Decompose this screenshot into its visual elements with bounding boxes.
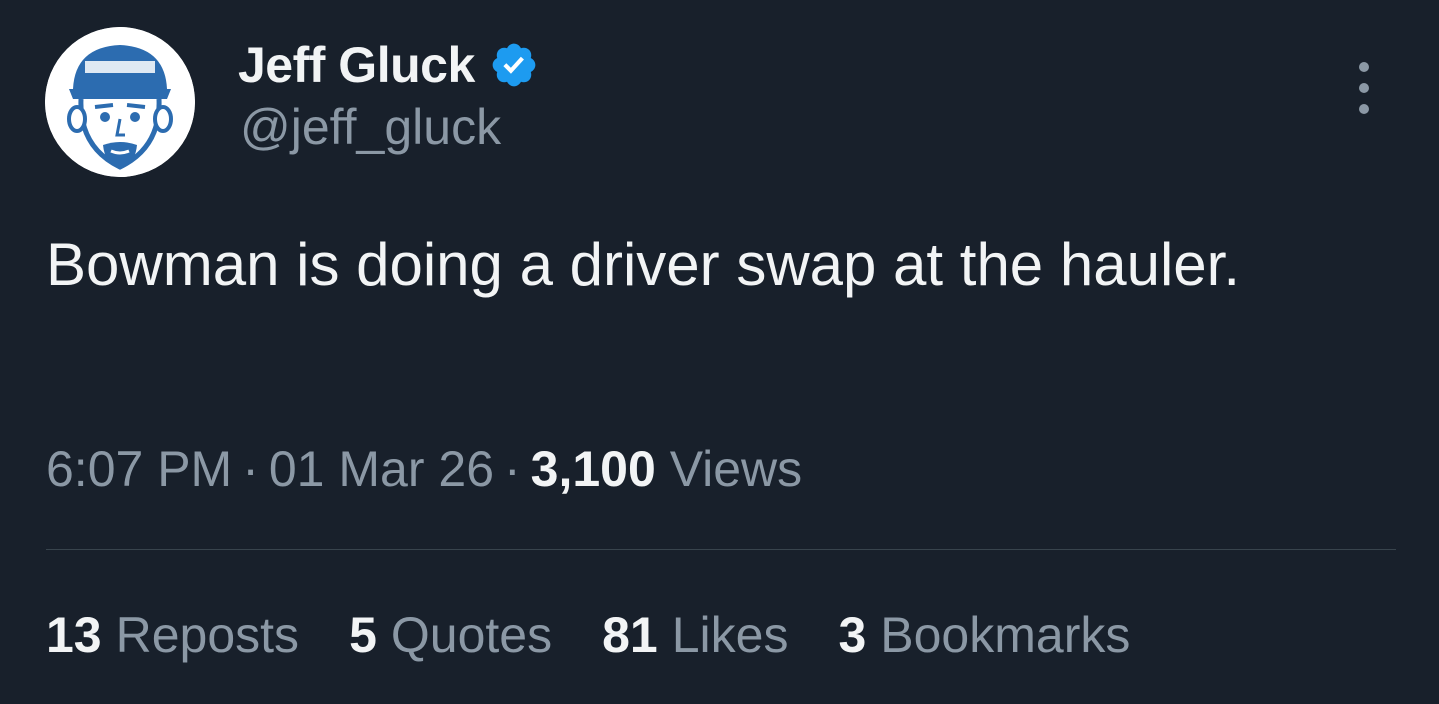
avatar-cartoon-icon [45, 27, 195, 177]
stat-count: 13 [46, 607, 102, 663]
stat-quotes[interactable]: 5 Quotes [349, 606, 552, 664]
divider [46, 549, 1396, 550]
author-name-row: Jeff Gluck [238, 35, 539, 95]
meta-separator: · [504, 441, 521, 497]
stat-label: Bookmarks [880, 607, 1131, 663]
stat-count: 3 [838, 607, 867, 663]
tweet-date[interactable]: 01 Mar 26 [269, 441, 494, 497]
stat-label: Likes [671, 607, 789, 663]
author-display-name[interactable]: Jeff Gluck [238, 36, 475, 94]
tweet-text: Bowman is doing a driver swap at the hau… [46, 231, 1240, 298]
verified-badge-icon[interactable] [489, 40, 539, 90]
views-label: Views [669, 441, 803, 497]
views-count: 3,100 [530, 441, 656, 497]
stat-reposts[interactable]: 13 Reposts [46, 606, 299, 664]
more-dot [1359, 104, 1369, 114]
avatar[interactable] [45, 27, 195, 177]
engagement-stats: 13 Reposts 5 Quotes 81 Likes 3 Bookmarks [46, 606, 1180, 664]
meta-separator: · [242, 441, 259, 497]
more-options-icon[interactable] [1346, 62, 1382, 114]
stat-label: Reposts [115, 607, 300, 663]
stat-likes[interactable]: 81 Likes [602, 606, 788, 664]
stat-count: 81 [602, 607, 658, 663]
stat-label: Quotes [390, 607, 553, 663]
stat-bookmarks[interactable]: 3 Bookmarks [838, 606, 1130, 664]
author-handle[interactable]: @jeff_gluck [240, 98, 501, 156]
tweet-time[interactable]: 6:07 PM [46, 441, 232, 497]
more-dot [1359, 62, 1369, 72]
stat-count: 5 [349, 607, 377, 663]
more-dot [1359, 83, 1369, 93]
tweet-meta: 6:07 PM · 01 Mar 26 · 3,100 Views [46, 440, 802, 498]
